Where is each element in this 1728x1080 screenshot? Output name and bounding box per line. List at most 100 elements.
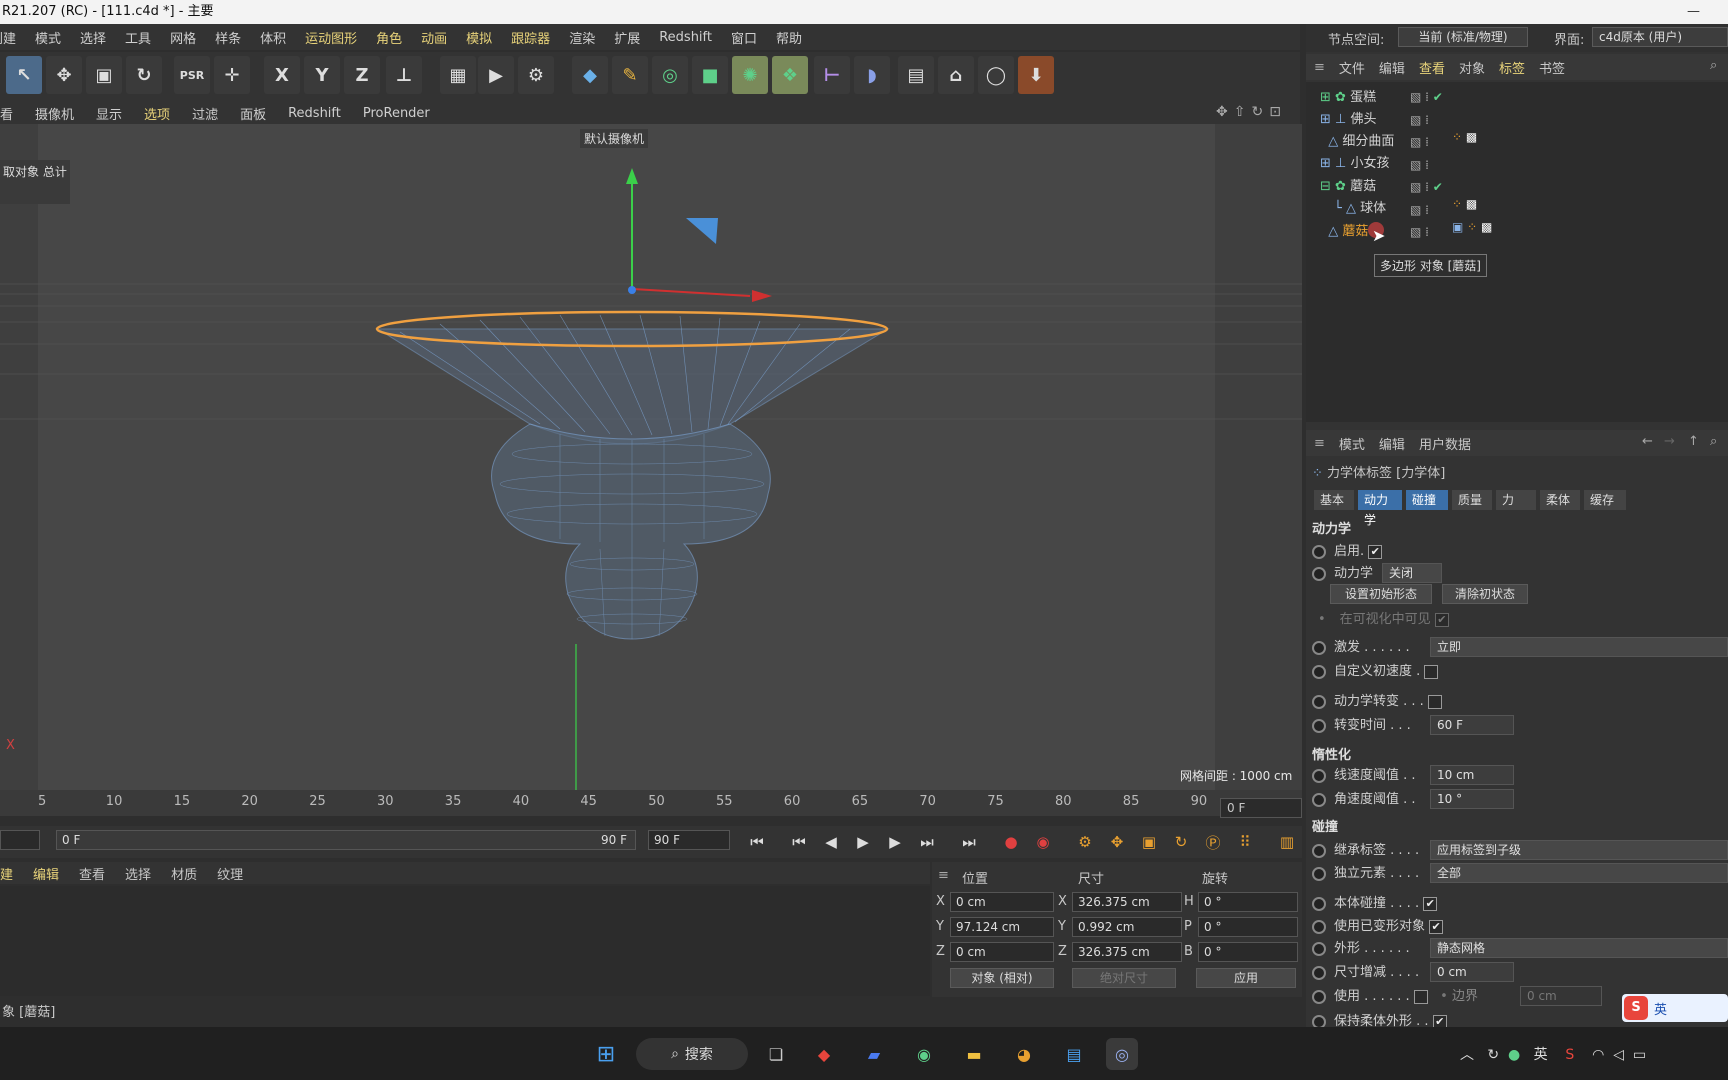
tab-collision[interactable]: 碰撞	[1406, 490, 1448, 510]
menu-item[interactable]: 模式	[35, 28, 61, 47]
x-axis-lock-icon[interactable]: X	[264, 56, 300, 94]
size-z-field[interactable]: 326.375 cm	[1072, 942, 1182, 962]
object-row[interactable]: └ △ 球体	[1334, 197, 1386, 217]
trigger-row[interactable]: 激发 . . . . . .	[1312, 636, 1410, 658]
up-arrow-icon[interactable]: ↑	[1688, 434, 1699, 449]
obj-menu-edit[interactable]: 编辑	[1379, 58, 1405, 77]
hamburger-icon[interactable]: ≡	[938, 868, 949, 883]
timeline-window-icon[interactable]: ▥	[1274, 829, 1300, 855]
obj-menu-file[interactable]: 文件	[1339, 58, 1365, 77]
move-tool-icon[interactable]: ✥	[46, 56, 82, 94]
prev-frame-icon[interactable]: ◀	[818, 829, 844, 855]
viewport-menu-options[interactable]: 选项	[144, 104, 170, 123]
object-row[interactable]: ⊞ ⊥ 小女孩	[1320, 152, 1390, 172]
menu-item[interactable]: 体积	[260, 28, 286, 47]
attr-menu-userdata[interactable]: 用户数据	[1419, 434, 1471, 453]
dynamics-select[interactable]: 关闭	[1382, 563, 1442, 583]
render-picture-viewer-icon[interactable]: ▶	[478, 56, 514, 94]
menu-item[interactable]: 工具	[125, 28, 151, 47]
size-mode-select[interactable]: 绝对尺寸	[1072, 968, 1176, 988]
3d-viewport[interactable]: 默认摄像机 取对象 总计 X 网格间距 : 1000 cm	[0, 124, 1302, 790]
anim-radio-icon[interactable]	[1312, 640, 1326, 655]
menu-item[interactable]: 扩展	[614, 28, 640, 47]
generator-icon[interactable]: ■	[692, 56, 728, 94]
keyframe-selection-icon[interactable]: ⚙	[1072, 829, 1098, 855]
taskbar-search[interactable]: ⌕ 搜索	[636, 1038, 748, 1070]
recent-tool-icon[interactable]: ✛	[214, 56, 250, 94]
menu-item[interactable]: 样条	[215, 28, 241, 47]
windows-start-icon[interactable]: ⊞	[590, 1038, 622, 1070]
install-icon[interactable]: ⬇	[1018, 56, 1054, 94]
ime-toolbar[interactable]: S 英	[1622, 994, 1728, 1022]
ang-vel-row[interactable]: 角速度阈值 . .	[1312, 788, 1416, 810]
task-view-icon[interactable]: ❏	[760, 1038, 792, 1070]
menu-item[interactable]: 选择	[80, 28, 106, 47]
viewport-menu-display[interactable]: 显示	[96, 104, 122, 123]
menu-item[interactable]: 帮助	[776, 28, 802, 47]
tab-mass[interactable]: 质量	[1452, 490, 1492, 510]
field-icon[interactable]: ◗	[854, 56, 890, 94]
transition-checkbox[interactable]	[1427, 694, 1442, 709]
menu-item[interactable]: 角色	[376, 28, 402, 47]
light-icon[interactable]: ◯	[978, 56, 1014, 94]
enable-row[interactable]: 启用. ✔	[1312, 540, 1383, 562]
tab-softbody[interactable]: 柔体	[1540, 490, 1580, 510]
obj-menu-tags[interactable]: 标签	[1499, 58, 1525, 77]
coord-mode-select[interactable]: 对象 (相对)	[950, 968, 1054, 988]
deformed-checkbox[interactable]: ✔	[1429, 919, 1444, 934]
z-axis-lock-icon[interactable]: Z	[344, 56, 380, 94]
interface-select[interactable]: c4d原本 (用户)	[1592, 27, 1728, 47]
render-settings-icon[interactable]: ⚙	[518, 56, 554, 94]
pos-x-field[interactable]: 0 cm	[950, 892, 1054, 912]
anim-radio-icon[interactable]	[1312, 965, 1326, 980]
back-arrow-icon[interactable]: ←	[1642, 434, 1653, 449]
menu-item[interactable]: 网格	[170, 28, 196, 47]
minimize-button[interactable]: —	[1687, 0, 1700, 24]
menu-item[interactable]: 运动图形	[305, 28, 357, 47]
material-menu-create[interactable]: 建	[0, 864, 13, 883]
cinema4d-icon[interactable]: ◎	[1106, 1038, 1138, 1070]
rot-b-field[interactable]: 0 °	[1198, 942, 1298, 962]
sogou-tray-icon[interactable]: S	[1565, 1047, 1574, 1063]
floor-icon[interactable]: ▤	[898, 56, 934, 94]
viewport-menu-camera[interactable]: 摄像机	[35, 104, 74, 123]
forward-arrow-icon[interactable]: →	[1664, 434, 1675, 449]
shape-select[interactable]: 静态网格	[1430, 938, 1728, 958]
render-view-icon[interactable]: ▦	[440, 56, 476, 94]
preview-start-field[interactable]	[0, 830, 40, 850]
viewport-menu-filter[interactable]: 过滤	[192, 104, 218, 123]
trigger-select[interactable]: 立即	[1430, 637, 1728, 657]
pen-spline-icon[interactable]: ✎	[612, 56, 648, 94]
end-frame-field[interactable]: 90 F	[648, 830, 730, 850]
select-tool-icon[interactable]: ↖	[6, 56, 42, 94]
material-area[interactable]	[0, 886, 930, 996]
key-scale-icon[interactable]: ▣	[1136, 829, 1162, 855]
deformed-row[interactable]: 使用已变形对象 ✔	[1312, 915, 1444, 937]
size-y-field[interactable]: 0.992 cm	[1072, 917, 1182, 937]
obj-menu-bookmarks[interactable]: 书签	[1539, 58, 1565, 77]
cube-object-icon[interactable]: ◆	[572, 56, 608, 94]
subdivision-icon[interactable]: ◎	[652, 56, 688, 94]
anim-radio-icon[interactable]	[1312, 989, 1326, 1004]
trans-time-row[interactable]: 转变时间 . . .	[1312, 714, 1411, 736]
anim-radio-icon[interactable]	[1312, 941, 1326, 956]
shape-row[interactable]: 外形 . . . . . .	[1312, 937, 1410, 959]
indep-select[interactable]: 全部	[1430, 863, 1728, 883]
wifi-icon[interactable]: ◠	[1592, 1047, 1604, 1063]
tab-cache[interactable]: 缓存	[1584, 490, 1626, 510]
viewport-menu-prorender[interactable]: ProRender	[363, 106, 430, 121]
chrome-icon[interactable]: ◕	[1008, 1038, 1040, 1070]
record-icon[interactable]: ●	[998, 829, 1024, 855]
browser-edge-icon[interactable]: ◉	[908, 1038, 940, 1070]
menu-item[interactable]: 创建	[0, 28, 16, 47]
lin-vel-row[interactable]: 线速度阈值 . .	[1312, 764, 1416, 786]
auto-key-icon[interactable]: ◉	[1030, 829, 1056, 855]
tag-icons-row[interactable]: ⁘ ▩	[1452, 197, 1477, 211]
attr-menu-mode[interactable]: 模式	[1339, 434, 1365, 453]
obj-menu-view[interactable]: 查看	[1419, 58, 1445, 77]
anim-radio-icon[interactable]	[1312, 896, 1326, 911]
app-red-icon[interactable]: ◆	[808, 1038, 840, 1070]
inherit-row[interactable]: 继承标签 . . . .	[1312, 839, 1419, 861]
volume-icon[interactable]: ◁	[1613, 1047, 1624, 1063]
hamburger-icon[interactable]: ≡	[1314, 436, 1325, 451]
